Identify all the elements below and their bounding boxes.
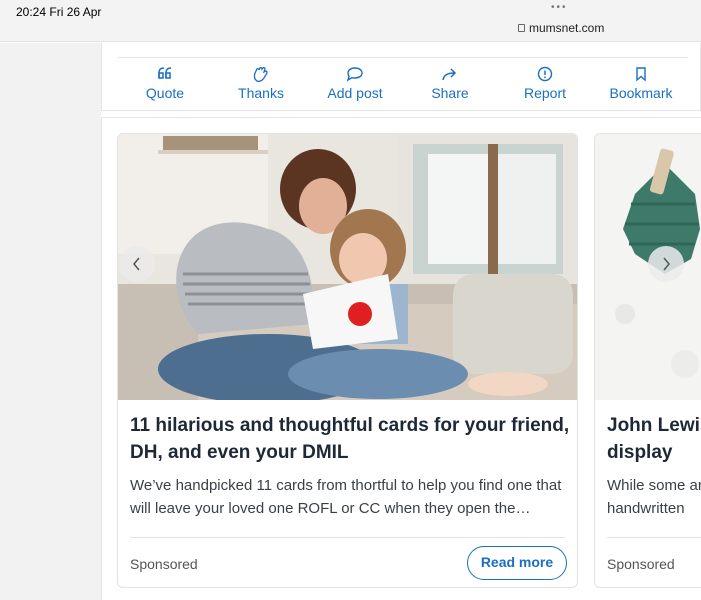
bookmark-icon — [600, 66, 682, 84]
add-post-label: Add post — [327, 85, 383, 101]
browser-status-bar: 20:24 Fri 26 Apr ••• mumsnet.com — [0, 0, 701, 42]
share-arrow-icon — [410, 66, 490, 84]
speech-bubble-icon — [315, 66, 395, 84]
add-post-button[interactable]: Add post — [315, 66, 395, 106]
read-more-button[interactable]: Read more — [467, 546, 567, 580]
more-dots-icon[interactable]: ••• — [551, 2, 568, 13]
chevron-left-icon — [131, 255, 143, 277]
report-label: Report — [523, 85, 567, 101]
card-title[interactable]: 11 hilarious and thoughtful cards for yo… — [130, 412, 570, 466]
card-divider — [607, 537, 701, 538]
address-bar[interactable]: mumsnet.com — [518, 21, 604, 35]
thanks-label: Thanks — [238, 85, 284, 101]
quote-label: Quote — [145, 85, 185, 101]
chevron-right-icon — [660, 255, 672, 277]
share-button[interactable]: Share — [410, 66, 490, 106]
bookmark-label: Bookmark — [609, 85, 673, 101]
lock-icon — [518, 24, 525, 32]
quote-button[interactable]: Quote — [125, 66, 205, 106]
sponsored-label: Sponsored — [607, 556, 675, 572]
card-image — [118, 134, 577, 400]
bookmark-button[interactable]: Bookmark — [600, 66, 682, 106]
left-gutter — [0, 43, 101, 600]
sponsored-card[interactable]: 11 hilarious and thoughtful cards for yo… — [117, 133, 578, 588]
clock-date: 20:24 Fri 26 Apr — [16, 5, 102, 19]
clap-icon — [221, 66, 301, 84]
post-action-bar: Quote Thanks Add post Share Report Bookm… — [118, 57, 688, 102]
share-label: Share — [431, 85, 469, 101]
card-description: While some ar a handwritten — [607, 477, 701, 517]
card-title[interactable]: John Lewis and display — [607, 412, 701, 466]
url-text: mumsnet.com — [529, 21, 605, 35]
carousel-next-button[interactable] — [648, 246, 684, 282]
card-divider — [130, 537, 565, 538]
sponsored-card[interactable]: John Lewis and display While some ar a h… — [594, 133, 701, 588]
sponsored-label: Sponsored — [130, 556, 198, 572]
card-description: We’ve handpicked 11 cards from thortful … — [130, 477, 562, 517]
thanks-button[interactable]: Thanks — [221, 66, 301, 106]
report-button[interactable]: Report — [505, 66, 585, 106]
carousel-prev-button[interactable] — [119, 246, 155, 282]
quote-icon — [125, 66, 205, 84]
alert-circle-icon — [505, 66, 585, 84]
